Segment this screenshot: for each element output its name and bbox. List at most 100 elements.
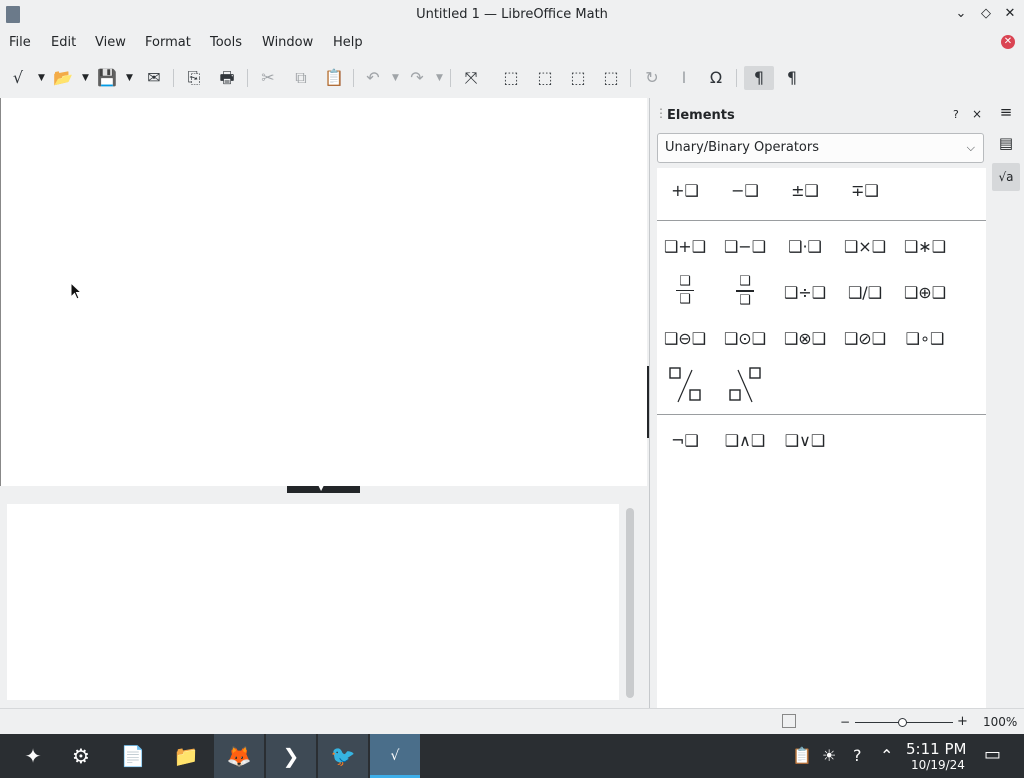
chevron-down-icon[interactable]: ▼: [436, 73, 443, 83]
sidebar-menu-icon[interactable]: ≡: [992, 98, 1020, 126]
element-plus[interactable]: +❑: [660, 176, 710, 206]
element-wide-backslash[interactable]: [720, 366, 770, 406]
element-circled-times[interactable]: ❑⊗❑: [780, 324, 830, 354]
left-to-right-icon[interactable]: ¶: [744, 66, 774, 90]
zoom-100-icon[interactable]: ⤧: [459, 66, 483, 90]
element-dot-multiply[interactable]: ❑·❑: [780, 232, 830, 262]
element-addition[interactable]: ❑+❑: [660, 232, 710, 262]
command-scrollbar[interactable]: [626, 508, 634, 698]
element-fraction[interactable]: ❑ ❑: [660, 274, 710, 318]
element-wide-slash[interactable]: [660, 366, 710, 406]
menu-view[interactable]: View: [95, 35, 126, 50]
terminal-icon[interactable]: ❯: [266, 734, 316, 778]
chevron-down-icon[interactable]: ▼: [392, 73, 399, 83]
element-circled-plus[interactable]: ❑⊕❑: [900, 278, 950, 308]
element-minus-plus[interactable]: ∓❑: [840, 176, 890, 206]
right-to-left-icon[interactable]: ¶: [779, 66, 805, 90]
menu-help[interactable]: Help: [333, 35, 363, 50]
update-icon[interactable]: ⬚: [599, 66, 623, 90]
status-bar: − + 100%: [0, 708, 1024, 734]
zoom-out-icon[interactable]: ⬚: [533, 66, 557, 90]
help-icon[interactable]: ?: [953, 108, 959, 121]
bird-app-icon[interactable]: 🐦: [318, 734, 368, 778]
zoom-in-button[interactable]: +: [957, 714, 968, 729]
undo-icon[interactable]: ↶: [362, 66, 384, 90]
chevron-down-icon: ▼: [318, 483, 325, 492]
element-slash[interactable]: ❑/❑: [840, 278, 890, 308]
element-boolean-or[interactable]: ❑∨❑: [780, 426, 830, 456]
print-icon[interactable]: 🖶: [215, 66, 239, 90]
formula-cursor-icon[interactable]: ↻: [640, 66, 664, 90]
drag-handle-icon[interactable]: ⋮: [655, 106, 667, 120]
formula-preview-area[interactable]: [0, 98, 647, 486]
chevron-down-icon[interactable]: ▼: [82, 73, 89, 83]
document-icon[interactable]: 📄: [108, 734, 158, 778]
document-modified-icon: [782, 714, 796, 728]
cursor-icon[interactable]: I: [672, 66, 696, 90]
application-launcher-icon[interactable]: ✦: [8, 734, 58, 778]
brightness-icon[interactable]: ☀: [822, 746, 836, 765]
menu-edit[interactable]: Edit: [51, 35, 76, 50]
formula-command-input[interactable]: [7, 504, 619, 700]
maximize-button[interactable]: ◇: [977, 5, 995, 23]
help-icon[interactable]: ?: [853, 746, 862, 765]
zoom-slider-handle[interactable]: [898, 718, 907, 727]
element-circled-dot[interactable]: ❑⊙❑: [720, 324, 770, 354]
fraction-bar: [676, 290, 694, 291]
element-circled-minus[interactable]: ❑⊖❑: [660, 324, 710, 354]
elements-deck-icon[interactable]: √a: [992, 163, 1020, 191]
sidebar-tabbar: ≡ ▤ √a: [988, 98, 1024, 708]
chevron-down-icon[interactable]: ▼: [126, 73, 133, 83]
chevron-up-icon[interactable]: ⌃: [880, 746, 893, 765]
edit-document-icon[interactable]: ⎘: [182, 66, 206, 90]
standard-toolbar: √ ▼ 📂 ▼ 💾 ▼ ✉ ⎘ 🖶 ✂ ⧉ 📋 ↶ ▼ ↷ ▼ ⤧ ⬚ ⬚ ⬚ …: [0, 60, 1024, 96]
element-plus-minus[interactable]: ±❑: [780, 176, 830, 206]
element-circled-slash[interactable]: ❑⊘❑: [840, 324, 890, 354]
menu-tools[interactable]: Tools: [210, 35, 242, 50]
element-boolean-and[interactable]: ❑∧❑: [720, 426, 770, 456]
libreoffice-math-task-icon[interactable]: √: [370, 734, 420, 778]
menu-file[interactable]: File: [9, 35, 31, 50]
redo-icon[interactable]: ↷: [406, 66, 428, 90]
folder-icon[interactable]: 📁: [161, 734, 211, 778]
paste-icon[interactable]: 📋: [322, 66, 346, 90]
copy-icon[interactable]: ⧉: [289, 66, 313, 90]
splitter-handle[interactable]: ▼: [287, 483, 360, 493]
element-composition[interactable]: ❑∘❑: [900, 324, 950, 354]
system-settings-icon[interactable]: ⚙: [56, 734, 106, 778]
close-panel-icon[interactable]: ×: [972, 107, 982, 121]
properties-icon[interactable]: ▤: [992, 129, 1020, 157]
element-division[interactable]: ❑÷❑: [780, 278, 830, 308]
open-icon[interactable]: 📂: [52, 66, 74, 90]
clock-date[interactable]: 10/19/24: [911, 758, 965, 772]
zoom-level[interactable]: 100%: [983, 715, 1017, 729]
clock-time[interactable]: 5:11 PM: [906, 740, 966, 758]
export-pdf-icon[interactable]: ✉: [142, 66, 166, 90]
element-category-select[interactable]: Unary/Binary Operators ⌵: [657, 133, 984, 163]
cut-icon[interactable]: ✂: [256, 66, 280, 90]
element-wide-fraction[interactable]: ❑ ❑: [720, 274, 770, 318]
zoom-out-button[interactable]: −: [840, 715, 850, 729]
menu-bar: File Edit View Format Tools Window Help …: [0, 30, 1024, 58]
element-times[interactable]: ❑×❑: [840, 232, 890, 262]
formula-icon[interactable]: √: [8, 66, 28, 90]
close-window-button[interactable]: ✕: [1001, 5, 1019, 23]
chevron-down-icon[interactable]: ▼: [38, 73, 45, 83]
clipboard-icon[interactable]: 📋: [792, 746, 812, 765]
save-icon[interactable]: 💾: [96, 66, 118, 90]
menu-window[interactable]: Window: [262, 35, 313, 50]
element-boolean-not[interactable]: ¬❑: [660, 426, 710, 456]
element-subtraction[interactable]: ❑−❑: [720, 232, 770, 262]
menu-format[interactable]: Format: [145, 35, 191, 50]
firefox-icon[interactable]: 🦊: [214, 734, 264, 778]
symbols-icon[interactable]: Ω: [704, 66, 728, 90]
minimize-button[interactable]: ⌄: [952, 5, 970, 23]
toolbar-separator: [173, 69, 174, 87]
show-all-icon[interactable]: ⬚: [566, 66, 590, 90]
element-asterisk[interactable]: ❑∗❑: [900, 232, 950, 262]
pane-splitter[interactable]: ▼: [0, 483, 647, 494]
element-minus[interactable]: −❑: [720, 176, 770, 206]
show-desktop-icon[interactable]: ▭: [984, 744, 1001, 765]
close-document-icon[interactable]: ✕: [1001, 35, 1015, 49]
zoom-in-icon[interactable]: ⬚: [499, 66, 523, 90]
